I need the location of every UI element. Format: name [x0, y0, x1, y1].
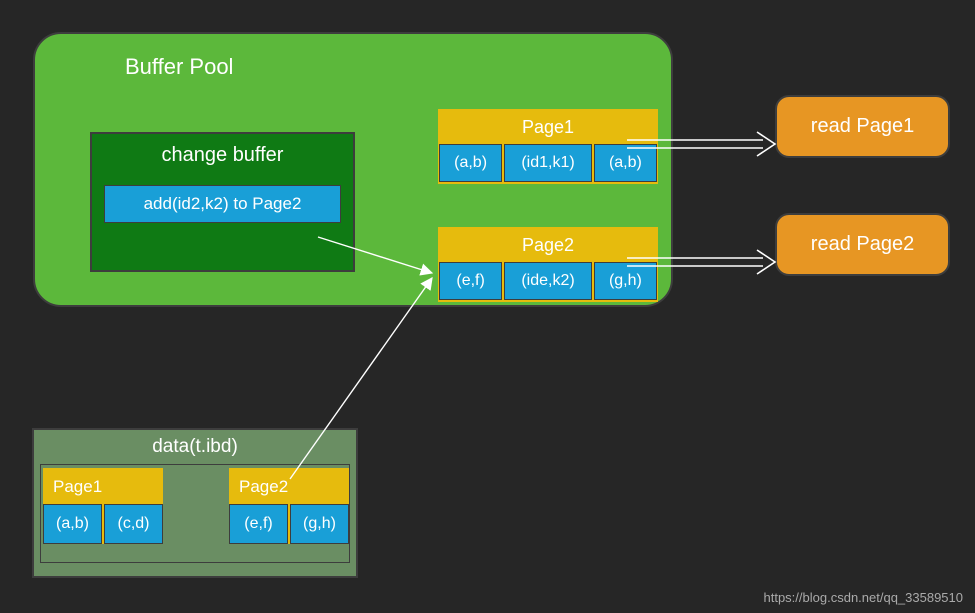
page1-cell: (id1,k1)	[504, 144, 592, 182]
df-page2-cell: (e,f)	[229, 504, 288, 544]
read-page2-box: read Page2	[775, 213, 950, 276]
data-file-page1: Page1 (a,b) (c,d)	[43, 468, 163, 544]
df-page2-cell: (g,h)	[290, 504, 349, 544]
buffer-pool-page1: Page1 (a,b) (id1,k1) (a,b)	[438, 109, 658, 184]
page2-cell: (ide,k2)	[504, 262, 592, 300]
page2-title: Page2	[438, 227, 658, 262]
df-page1-cell: (a,b)	[43, 504, 102, 544]
buffer-pool-page2: Page2 (e,f) (ide,k2) (g,h)	[438, 227, 658, 302]
page2-cell: (e,f)	[439, 262, 502, 300]
df-page1-title: Page1	[43, 468, 163, 504]
page1-cell: (a,b)	[439, 144, 502, 182]
page2-row: (e,f) (ide,k2) (g,h)	[438, 262, 658, 302]
df-page1-cell: (c,d)	[104, 504, 163, 544]
page2-cell: (g,h)	[594, 262, 657, 300]
page1-cell: (a,b)	[594, 144, 657, 182]
buffer-pool-title: Buffer Pool	[125, 54, 233, 80]
df-page2-title: Page2	[229, 468, 349, 504]
buffer-pool: Buffer Pool change buffer add(id2,k2) to…	[33, 32, 673, 307]
page1-row: (a,b) (id1,k1) (a,b)	[438, 144, 658, 184]
change-buffer-title: change buffer	[92, 144, 353, 167]
read-page1-box: read Page1	[775, 95, 950, 158]
data-file-title: data(t.ibd)	[34, 436, 356, 458]
page1-title: Page1	[438, 109, 658, 144]
change-buffer-entry: add(id2,k2) to Page2	[104, 185, 341, 223]
data-file-page2: Page2 (e,f) (g,h)	[229, 468, 349, 544]
watermark: https://blog.csdn.net/qq_33589510	[764, 590, 964, 605]
df-page1-row: (a,b) (c,d)	[43, 504, 163, 544]
df-page2-row: (e,f) (g,h)	[229, 504, 349, 544]
data-file: data(t.ibd) Page1 (a,b) (c,d) Page2 (e,f…	[32, 428, 358, 578]
change-buffer: change buffer add(id2,k2) to Page2	[90, 132, 355, 272]
data-file-inner: Page1 (a,b) (c,d) Page2 (e,f) (g,h)	[40, 464, 350, 563]
